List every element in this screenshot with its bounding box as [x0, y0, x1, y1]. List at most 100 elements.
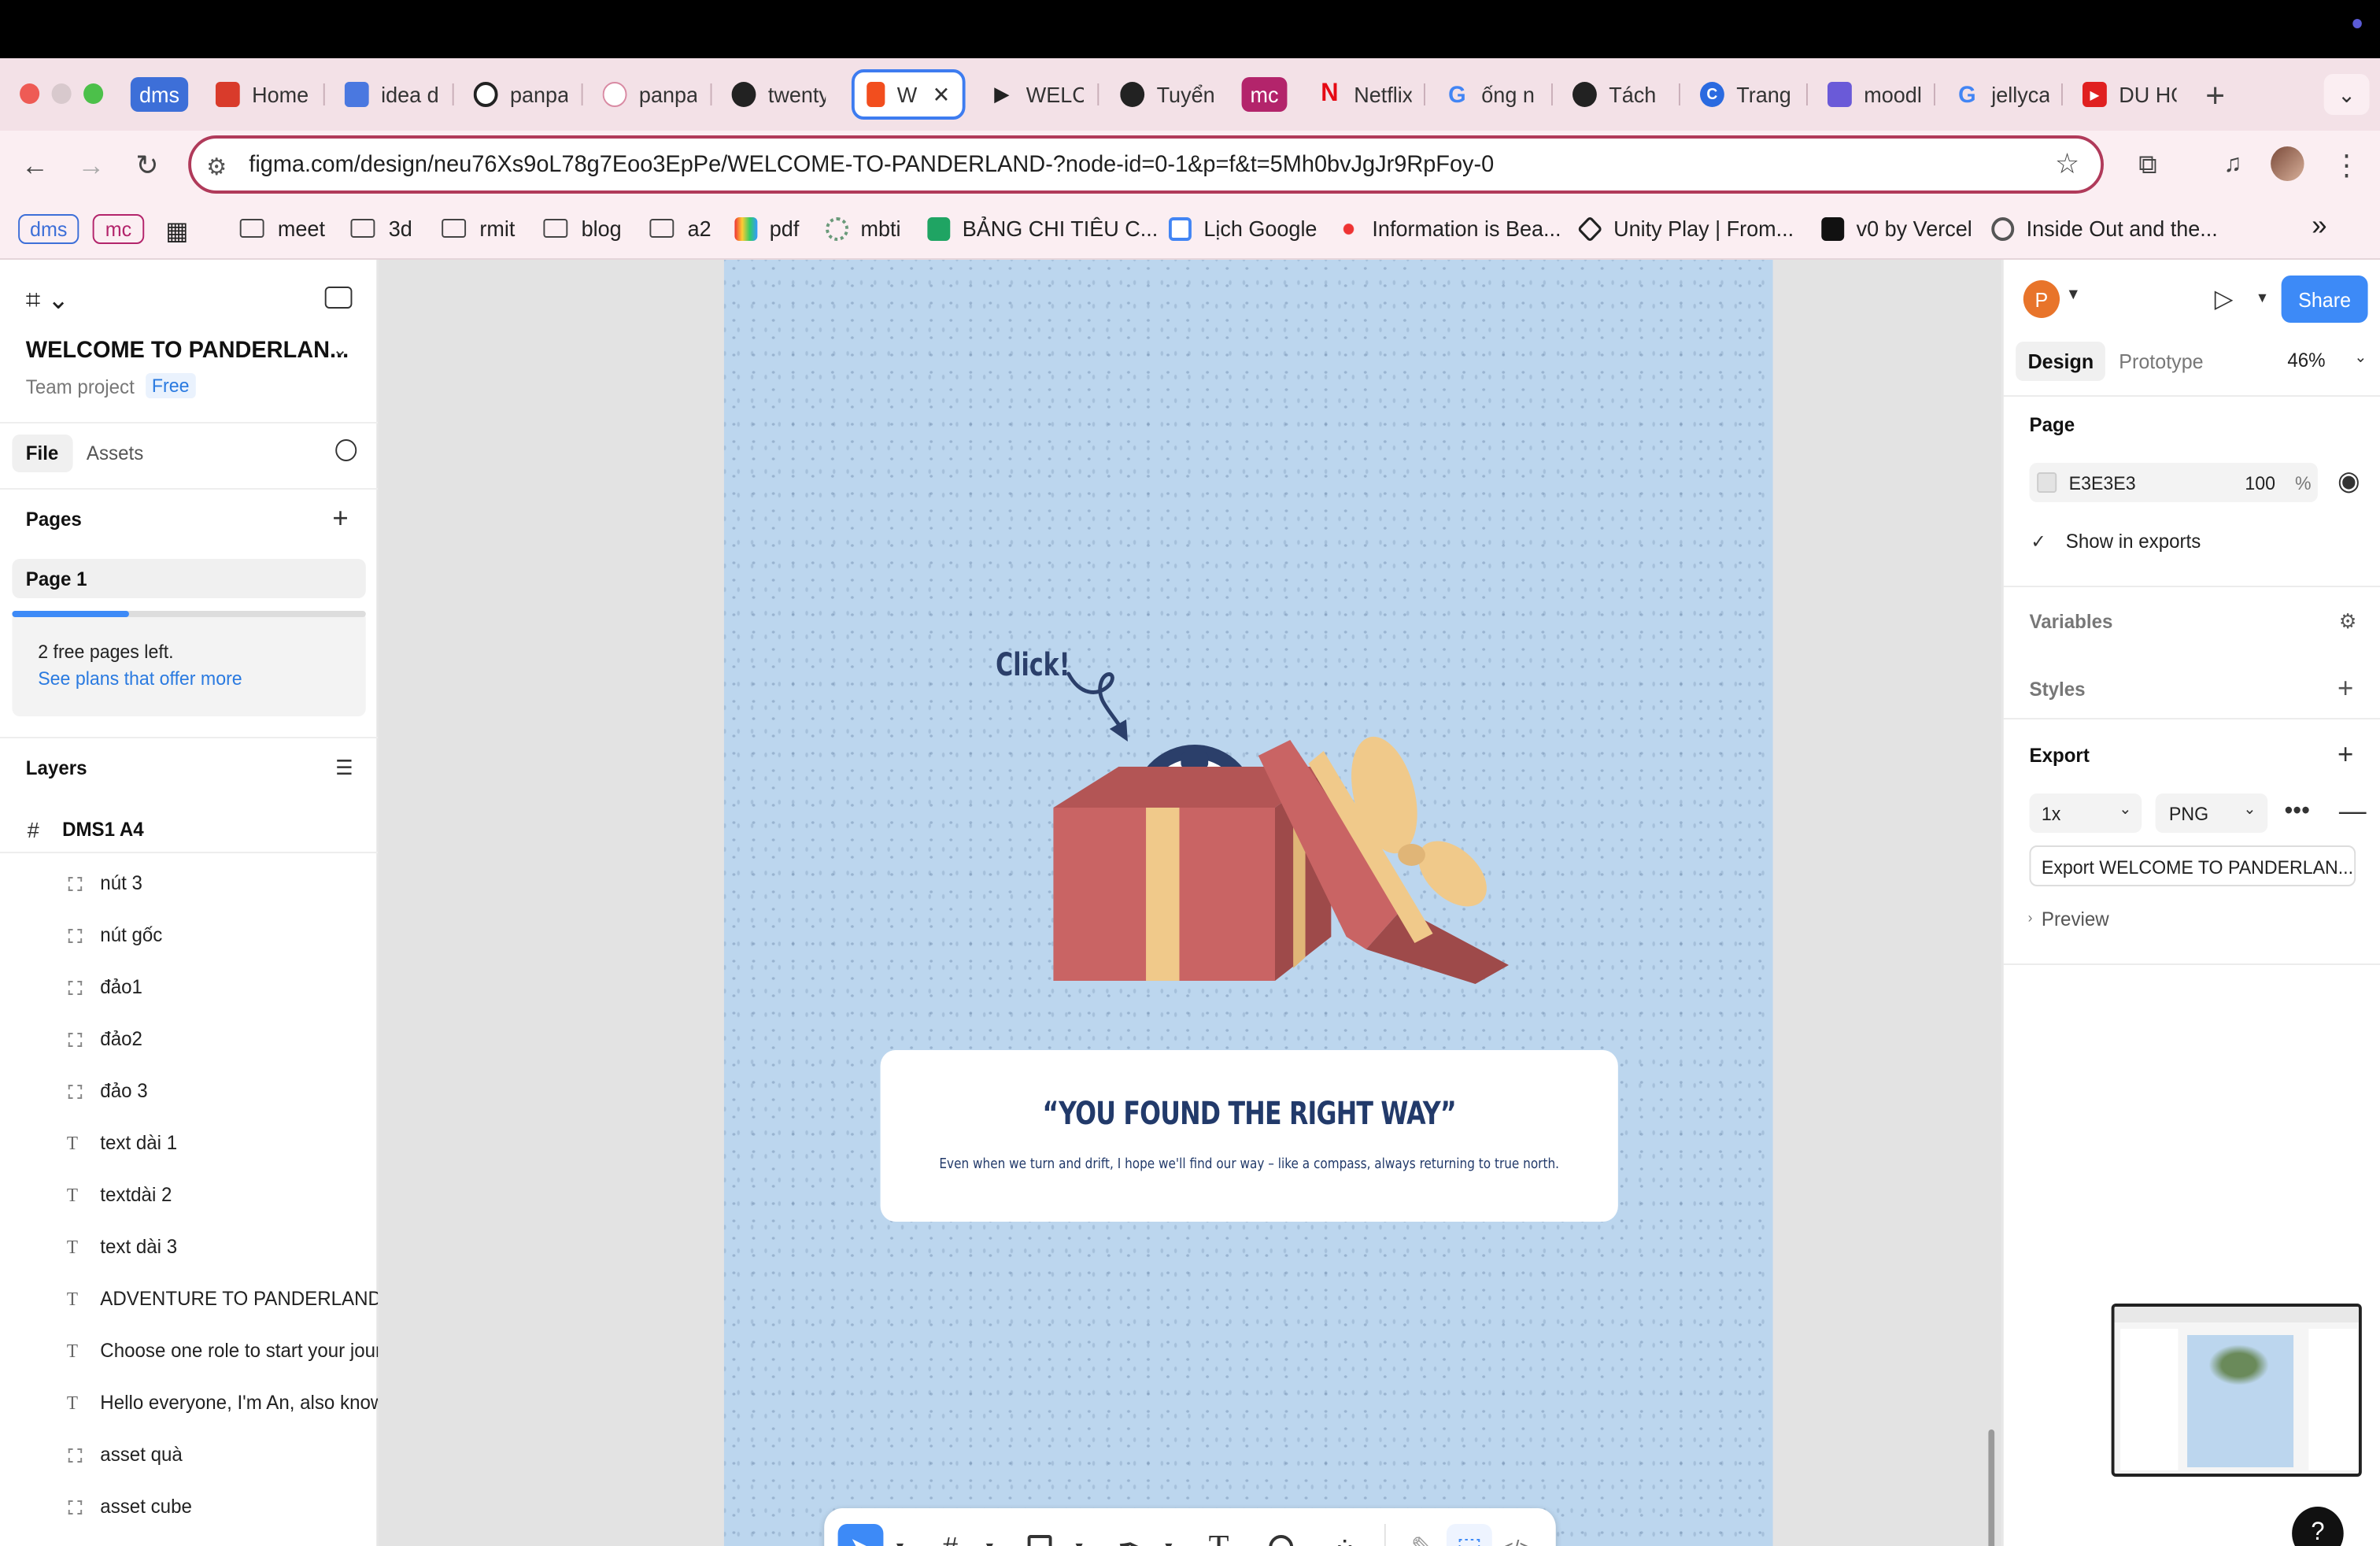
bookmark-folder-blog[interactable]: blog [543, 216, 622, 241]
minimize-window-button[interactable] [51, 83, 72, 104]
bookmark-v0[interactable]: v0 by Vercel [1821, 216, 1972, 241]
maximize-window-button[interactable] [83, 83, 104, 104]
zoom-level[interactable]: 46% [2287, 350, 2325, 372]
tab-tach[interactable]: Tách [1572, 71, 1667, 118]
add-page-icon[interactable]: + [332, 502, 348, 535]
move-tool-chevron-icon[interactable]: ▼ [894, 1540, 906, 1546]
help-button[interactable]: ? [2292, 1507, 2344, 1546]
remove-export-icon[interactable]: — [2339, 795, 2367, 828]
bookmark-calendar[interactable]: Lịch Google [1168, 216, 1317, 241]
layer-row[interactable]: Ttext dài 3 [0, 1223, 378, 1270]
bookmark-star-icon[interactable]: ☆ [2055, 148, 2079, 181]
tab-home[interactable]: Home [215, 71, 310, 118]
bookmark-information[interactable]: Information is Bea... [1337, 216, 1561, 241]
extensions-icon[interactable]: ⧉ [2130, 146, 2166, 184]
variables-settings-icon[interactable]: ⚙ [2339, 609, 2356, 634]
layer-row[interactable]: asset cube [0, 1483, 378, 1530]
tab-search-chevron-icon[interactable]: ⌄ [2323, 74, 2370, 115]
site-settings-icon[interactable]: ⚙ [206, 153, 227, 181]
text-tool-icon[interactable]: T [1196, 1524, 1242, 1546]
tab-dms[interactable]: dms [130, 77, 189, 112]
bookmark-mbti[interactable]: mbti [826, 216, 901, 241]
browser-menu-icon[interactable]: ⋮ [2328, 146, 2364, 184]
tab-mc[interactable]: mc [1241, 77, 1288, 112]
profile-avatar[interactable] [2271, 146, 2304, 181]
shape-tool-chevron-icon[interactable]: ▼ [1073, 1540, 1085, 1546]
search-icon[interactable] [335, 439, 357, 461]
share-button[interactable]: Share [2281, 276, 2368, 323]
file-title-chevron-icon[interactable]: ⌄ [332, 338, 347, 361]
more-bookmarks-icon[interactable]: » [2312, 209, 2326, 242]
tab-twenty[interactable]: twenty [731, 71, 826, 118]
pen-tool-icon[interactable]: ✒ [1107, 1524, 1152, 1546]
move-tool-icon[interactable]: ➤ [837, 1524, 884, 1546]
figma-menu-icon[interactable]: ⌗ ⌄ [26, 285, 69, 316]
address-bar[interactable]: ⚙ figma.com/design/neu76Xs9oL78g7Eoo3EpP… [188, 135, 2104, 194]
toggle-sidebar-icon[interactable] [324, 287, 353, 309]
page-opacity-value[interactable]: 100 [2245, 472, 2275, 494]
layer-row[interactable]: nút 3 [0, 860, 378, 907]
add-export-icon[interactable]: + [2338, 738, 2353, 771]
tab-panpa-1[interactable]: panpa [473, 71, 567, 118]
user-avatar[interactable]: P [2023, 280, 2060, 318]
layer-row[interactable]: Ttextdài 2 [0, 1171, 378, 1219]
present-chevron-icon[interactable]: ▼ [2256, 290, 2269, 305]
bookmark-folder-a2[interactable]: a2 [649, 216, 711, 241]
file-title[interactable]: WELCOME TO PANDERLAN... [26, 337, 349, 364]
layer-row[interactable]: T Hello everyone, I'm An, also know [0, 1379, 378, 1426]
bookmark-folder-meet[interactable]: meet [239, 216, 325, 241]
layer-row[interactable]: Ttext dài 1 [0, 1119, 378, 1167]
bookmark-dms[interactable]: dms [18, 214, 79, 244]
tab-panpa-2[interactable]: panpa [602, 71, 697, 118]
dev-mode-icon[interactable]: </> [1494, 1524, 1539, 1546]
message-card[interactable]: “YOU FOUND THE RIGHT WAY” Even when we t… [880, 1050, 1618, 1222]
tab-du-ho[interactable]: ▶ DU HO [2082, 71, 2177, 118]
layer-row[interactable]: đảo 3 [0, 1067, 378, 1115]
frame-tool-chevron-icon[interactable]: ▼ [984, 1540, 996, 1546]
pen-tool-chevron-icon[interactable]: ▼ [1162, 1540, 1174, 1546]
layer-row[interactable]: T ADVENTURE TO PANDERLAND! [0, 1275, 378, 1322]
apps-grid-icon[interactable]: ▦ [165, 216, 188, 247]
bookmark-sheet[interactable]: BẢNG CHI TIÊU C... [927, 216, 1158, 241]
tab-moodl[interactable]: moodl [1827, 71, 1922, 118]
tab-figma-active[interactable]: W ✕ [851, 69, 966, 120]
minimap-thumbnail[interactable] [2111, 1304, 2362, 1477]
back-arrow-icon[interactable]: ← [17, 146, 53, 184]
frame-dms1-a4[interactable]: Click! “YOU FOUND THE RIGHT WAY” Even wh… [723, 260, 1773, 1546]
rectangle-tool-icon[interactable] [1017, 1524, 1062, 1546]
design-canvas[interactable]: Click! “YOU FOUND THE RIGHT WAY” Even wh… [378, 260, 2002, 1546]
forward-arrow-icon[interactable]: → [73, 146, 109, 184]
page-color-hex[interactable]: E3E3E3 [2069, 472, 2136, 494]
preview-chevron-icon[interactable]: › [2028, 910, 2033, 926]
bookmark-unity[interactable]: Unity Play | From... [1576, 215, 1794, 242]
url-text[interactable]: figma.com/design/neu76Xs9oL78g7Eoo3EpPe/… [249, 151, 1494, 178]
new-tab-button[interactable]: + [2205, 72, 2236, 120]
see-plans-link[interactable]: See plans that offer more [38, 668, 242, 690]
bookmark-inside-out[interactable]: Inside Out and the... [1991, 216, 2218, 241]
layer-row[interactable]: đảo2 [0, 1015, 378, 1063]
layer-row[interactable]: asset role [0, 1535, 378, 1546]
export-more-icon[interactable]: ••• [2284, 798, 2309, 827]
reload-icon[interactable]: ↻ [129, 146, 165, 184]
tab-file[interactable]: File [12, 435, 72, 472]
bookmark-folder-3d[interactable]: 3d [350, 216, 412, 241]
frame-tool-icon[interactable]: # [927, 1524, 973, 1546]
add-style-icon[interactable]: + [2338, 672, 2353, 705]
tab-ong[interactable]: Gống n [1445, 71, 1539, 118]
layer-row[interactable]: T Choose one role to start your jour [0, 1327, 378, 1374]
tab-welc[interactable]: ▶ WELC [989, 71, 1084, 118]
color-swatch[interactable] [2037, 472, 2057, 493]
draw-mode-icon[interactable]: ✎ [1399, 1524, 1445, 1546]
tab-netflix[interactable]: N Netflix [1318, 71, 1411, 118]
present-play-icon[interactable]: ▷ [2215, 283, 2234, 315]
actions-tool-icon[interactable]: ⁘ [1322, 1524, 1368, 1546]
bookmark-mc[interactable]: mc [92, 214, 145, 244]
comment-tool-icon[interactable] [1258, 1524, 1304, 1546]
design-mode-icon[interactable]: ⬚ [1446, 1524, 1492, 1546]
bookmark-folder-rmit[interactable]: rmit [442, 216, 515, 241]
tab-design[interactable]: Design [2016, 342, 2106, 381]
layers-collapse-icon[interactable]: ☰ [335, 756, 353, 781]
visibility-eye-icon[interactable]: ◉ [2338, 466, 2360, 497]
tab-trang[interactable]: C Trang [1699, 71, 1794, 118]
bookmark-pdf[interactable]: pdf [734, 216, 799, 241]
